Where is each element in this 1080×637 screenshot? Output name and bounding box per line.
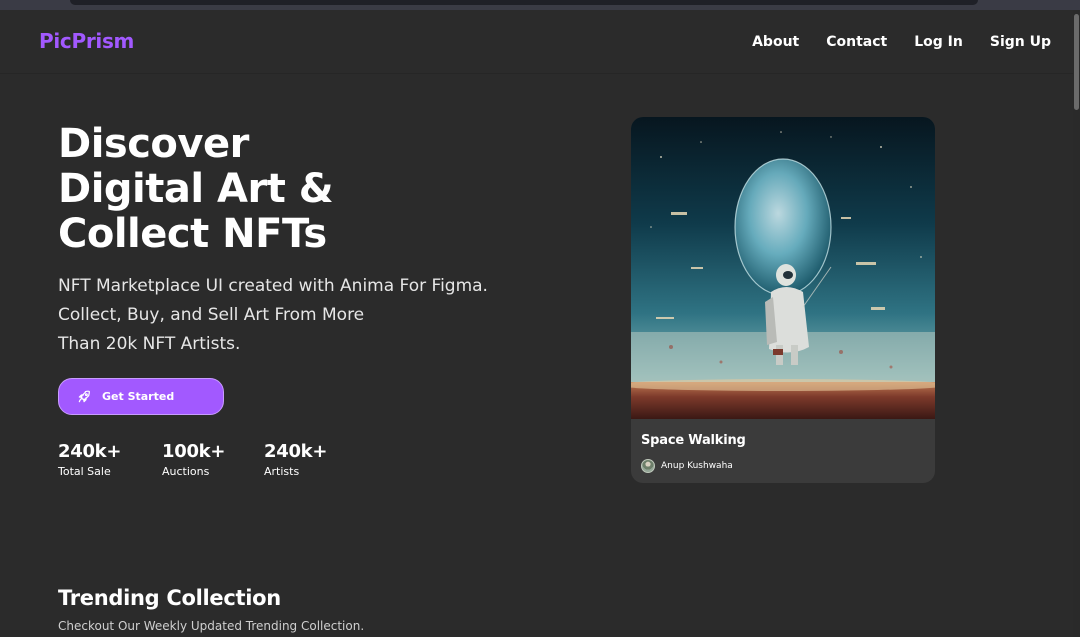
browser-address-bar[interactable] (70, 0, 978, 5)
nft-title: Space Walking (641, 433, 746, 448)
nav-link-login[interactable]: Log In (914, 34, 963, 50)
rocket-icon (78, 390, 90, 402)
featured-nft-card[interactable]: Space Walking Anup Kushwaha (631, 117, 935, 483)
artist-name: Anup Kushwaha (661, 461, 733, 471)
navbar: PicPrism About Contact Log In Sign Up (0, 10, 1073, 74)
hero-stats: 240k+ Total Sale 100k+ Auctions 240k+ Ar… (58, 440, 344, 480)
hero-title-line: Collect NFTs (58, 211, 327, 257)
stat-value: 240k+ (264, 441, 328, 462)
nav-link-about[interactable]: About (752, 34, 799, 50)
stat-value: 100k+ (162, 441, 226, 462)
hero-title-line: Discover (58, 121, 249, 167)
get-started-label: Get Started (102, 390, 175, 403)
hero-title-line: Digital Art & (58, 166, 334, 212)
stat-label: Auctions (162, 465, 210, 478)
stat-label: Artists (264, 465, 300, 478)
stat-label: Total Sale (58, 465, 111, 478)
trending-section-subtitle: Checkout Our Weekly Updated Trending Col… (58, 619, 365, 633)
scrollbar-thumb[interactable] (1074, 14, 1079, 110)
nft-artist[interactable]: Anup Kushwaha (641, 459, 733, 473)
stat-value: 240k+ (58, 441, 122, 462)
nav-link-signup[interactable]: Sign Up (990, 34, 1051, 50)
hero-title: Discover Digital Art & Collect NFTs (58, 122, 518, 257)
nav-links: About Contact Log In Sign Up (752, 34, 1051, 50)
trending-section-title: Trending Collection (58, 586, 281, 610)
browser-chrome (0, 0, 1080, 10)
get-started-button[interactable]: Get Started (58, 378, 224, 415)
stat-total-sale: 240k+ Total Sale (58, 440, 162, 480)
hero-subtitle-line: NFT Marketplace UI created with Anima Fo… (58, 276, 488, 296)
hero-subtitle: NFT Marketplace UI created with Anima Fo… (58, 272, 538, 359)
artist-avatar (641, 459, 655, 473)
nft-artwork-image (631, 117, 935, 419)
stat-auctions: 100k+ Auctions (162, 440, 264, 480)
hero-subtitle-line: Collect, Buy, and Sell Art From More (58, 305, 365, 325)
nav-link-contact[interactable]: Contact (826, 34, 887, 50)
hero-subtitle-line: Than 20k NFT Artists. (58, 334, 241, 354)
stat-artists: 240k+ Artists (264, 440, 344, 480)
site-logo[interactable]: PicPrism (39, 29, 134, 53)
